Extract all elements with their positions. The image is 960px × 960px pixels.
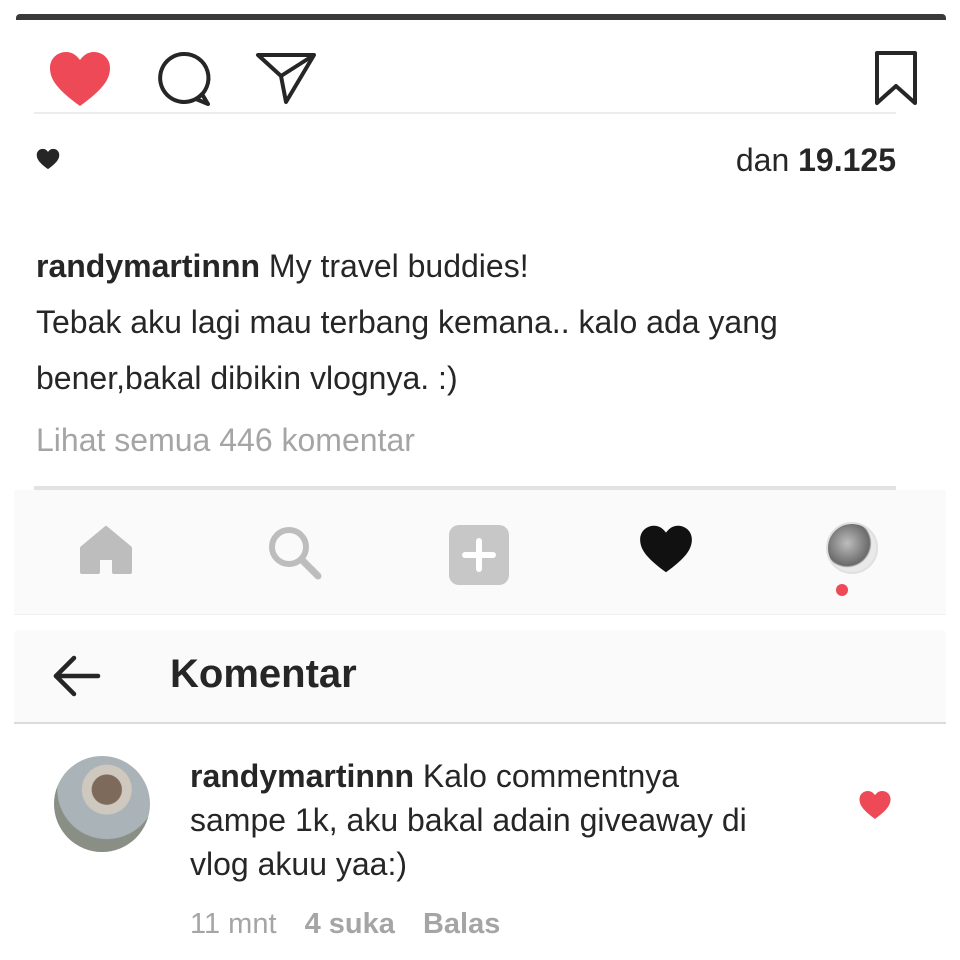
comment-text-line3: vlog akuu yaa:) [190, 846, 408, 882]
likes-row: dan 19.125 [34, 140, 896, 180]
view-all-comments-link[interactable]: Lihat semua 446 komentar [36, 418, 415, 462]
back-arrow-icon[interactable] [50, 650, 102, 702]
avatar[interactable] [54, 756, 150, 852]
comment-username[interactable]: randymartinnn [190, 758, 414, 794]
comments-header: Komentar [14, 630, 946, 724]
reply-button[interactable]: Balas [423, 908, 500, 940]
heart-icon[interactable] [858, 790, 892, 820]
bookmark-icon[interactable] [874, 50, 918, 106]
comment-meta: 11 mnt 4 suka Balas [190, 904, 520, 944]
search-icon[interactable] [266, 524, 322, 580]
comment-item: randymartinnn Kalo commentnya sampe 1k, … [14, 740, 946, 950]
comment-text: randymartinnn Kalo commentnya sampe 1k, … [190, 754, 830, 886]
heart-icon[interactable] [48, 50, 112, 108]
bottom-navigation [14, 490, 946, 615]
comment-time: 11 mnt [190, 908, 277, 940]
caption-text-line1: My travel buddies! [268, 248, 529, 284]
caption-username[interactable]: randymartinnn [36, 248, 260, 284]
profile-avatar[interactable] [826, 522, 878, 574]
post-action-bar [48, 50, 918, 120]
comment-likes[interactable]: 4 suka [305, 908, 395, 940]
caption-text-line2: Tebak aku lagi mau terbang kemana.. kalo… [36, 304, 778, 340]
send-icon[interactable] [255, 50, 317, 106]
divider [34, 112, 896, 114]
likes-number: 19.125 [798, 142, 896, 178]
likes-count[interactable]: dan 19.125 [736, 140, 896, 180]
comment-icon[interactable] [154, 50, 212, 108]
home-icon[interactable] [78, 524, 134, 576]
small-heart-icon [36, 148, 60, 170]
post-caption: randymartinnn My travel buddies! Tebak a… [36, 238, 896, 406]
page-title: Komentar [170, 652, 357, 696]
comment-text-line1: Kalo commentnya [422, 758, 680, 794]
add-icon[interactable] [448, 524, 510, 586]
comment-text-line2: sampe 1k, aku bakal adain giveaway di [190, 802, 747, 838]
notification-dot [836, 584, 848, 596]
activity-heart-icon[interactable] [638, 524, 694, 574]
likes-prefix: dan [735, 142, 790, 178]
caption-text-line3: bener,bakal dibikin vlognya. :) [36, 360, 458, 396]
